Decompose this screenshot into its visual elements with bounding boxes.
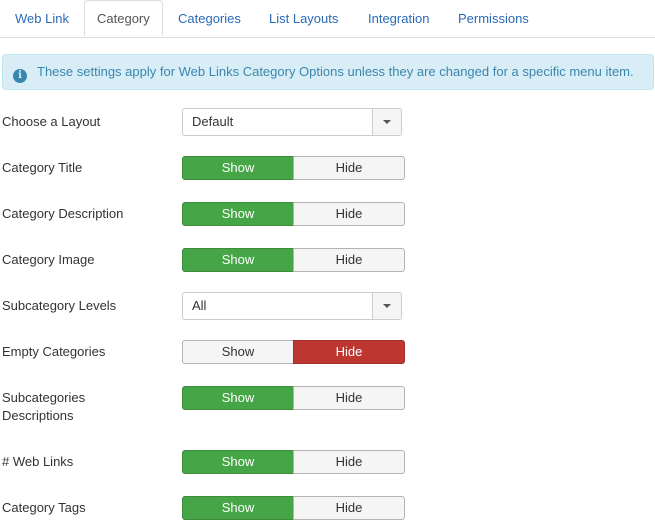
category-image-toggle: Show Hide xyxy=(182,248,405,272)
show-button[interactable]: Show xyxy=(182,202,294,226)
show-button[interactable]: Show xyxy=(182,340,294,364)
hide-button[interactable]: Hide xyxy=(293,496,405,520)
show-button[interactable]: Show xyxy=(182,248,294,272)
category-description-toggle: Show Hide xyxy=(182,202,405,226)
field-label: Category Description xyxy=(2,206,124,221)
field-label: Category Tags xyxy=(2,500,86,515)
layout-select[interactable]: Default xyxy=(182,108,402,136)
field-label: Choose a Layout xyxy=(2,114,101,129)
field-label: Subcategories Descriptions xyxy=(2,390,86,423)
select-arrow[interactable] xyxy=(372,293,401,319)
field-label: Category Image xyxy=(2,252,95,267)
show-button[interactable]: Show xyxy=(182,386,294,410)
hide-button[interactable]: Hide xyxy=(293,340,405,364)
field-label: Category Title xyxy=(2,160,83,175)
alert-text: These settings apply for Web Links Categ… xyxy=(37,64,634,79)
tab-categories[interactable]: Categories xyxy=(178,0,241,36)
field-label: # Web Links xyxy=(2,454,74,469)
web-links-toggle: Show Hide xyxy=(182,450,405,474)
empty-categories-toggle: Show Hide xyxy=(182,340,405,364)
hide-button[interactable]: Hide xyxy=(293,248,405,272)
tab-bar: Web Link Category Categories List Layout… xyxy=(0,0,655,38)
tab-permissions[interactable]: Permissions xyxy=(458,0,529,36)
tab-category[interactable]: Category xyxy=(84,0,163,36)
hide-button[interactable]: Hide xyxy=(293,202,405,226)
show-button[interactable]: Show xyxy=(182,496,294,520)
select-value: All xyxy=(192,298,207,313)
select-value: Default xyxy=(192,114,234,129)
field-label: Empty Categories xyxy=(2,344,106,359)
subcategories-descriptions-toggle: Show Hide xyxy=(182,386,405,410)
category-title-toggle: Show Hide xyxy=(182,156,405,180)
tab-web-link[interactable]: Web Link xyxy=(15,0,69,36)
info-icon: i xyxy=(13,69,27,83)
chevron-down-icon xyxy=(383,304,391,308)
tab-list-layouts[interactable]: List Layouts xyxy=(269,0,338,36)
hide-button[interactable]: Hide xyxy=(293,156,405,180)
hide-button[interactable]: Hide xyxy=(293,450,405,474)
chevron-down-icon xyxy=(383,120,391,124)
info-alert: i These settings apply for Web Links Cate… xyxy=(2,54,654,90)
show-button[interactable]: Show xyxy=(182,156,294,180)
subcategory-levels-select[interactable]: All xyxy=(182,292,402,320)
category-tags-toggle: Show Hide xyxy=(182,496,405,520)
hide-button[interactable]: Hide xyxy=(293,386,405,410)
tab-integration[interactable]: Integration xyxy=(368,0,429,36)
show-button[interactable]: Show xyxy=(182,450,294,474)
field-label: Subcategory Levels xyxy=(2,298,117,313)
select-arrow[interactable] xyxy=(372,109,401,135)
